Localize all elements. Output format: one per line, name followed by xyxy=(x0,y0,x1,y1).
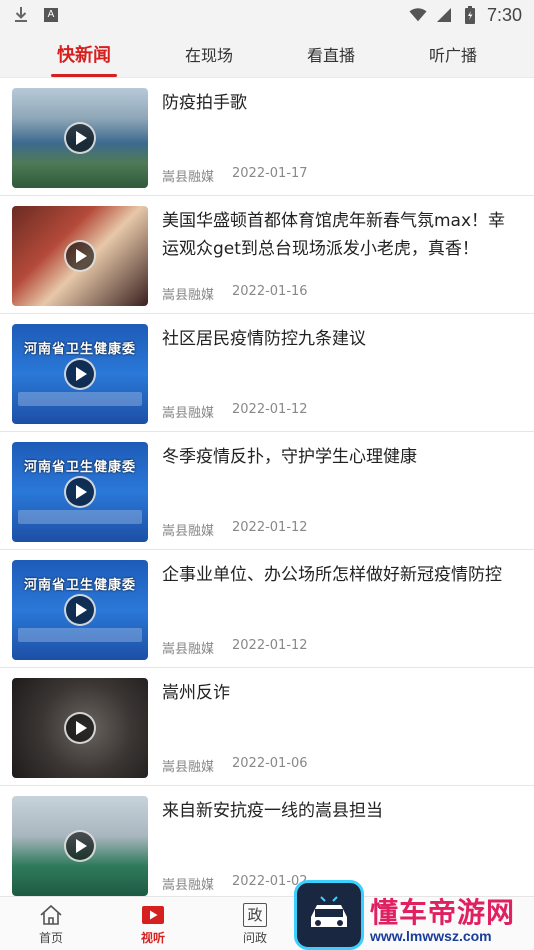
play-icon[interactable] xyxy=(64,122,96,154)
news-item[interactable]: 河南省卫生健康委 冬季疫情反扑，守护学生心理健康 嵩县融媒 2022-01-12 xyxy=(0,432,534,550)
wifi-icon xyxy=(409,6,427,24)
nav-home[interactable]: 首页 xyxy=(0,902,102,946)
nav-label: 视听 xyxy=(140,930,165,945)
tab-zai-xianchang[interactable]: 在现场 xyxy=(179,34,239,74)
play-icon[interactable] xyxy=(64,594,96,626)
watermark-title: 懂车帝游网 xyxy=(370,896,516,929)
play-icon[interactable] xyxy=(64,240,96,272)
home-icon xyxy=(38,902,64,928)
news-content: 美国华盛顿首都体育馆虎年新春气氛max！幸运观众get到总台现场派发小老虎，真香… xyxy=(162,206,522,303)
news-content: 来自新安抗疫一线的嵩县担当 嵩县融媒 2022-01-02 xyxy=(162,796,522,893)
zheng-icon-wrap: 政 xyxy=(242,902,268,928)
news-item[interactable]: 嵩州反诈 嵩县融媒 2022-01-06 xyxy=(0,668,534,786)
news-thumbnail xyxy=(12,796,148,896)
news-date: 2022-01-16 xyxy=(232,284,308,299)
news-content: 防疫拍手歌 嵩县融媒 2022-01-17 xyxy=(162,88,522,185)
news-title: 企事业单位、办公场所怎样做好新冠疫情防控 xyxy=(162,565,502,585)
news-date: 2022-01-12 xyxy=(232,402,308,417)
news-meta: 嵩县融媒 2022-01-12 xyxy=(162,638,522,657)
top-tab-bar: 快新闻 在现场 看直播 听广播 xyxy=(0,30,534,78)
thumbnail-subtitle-bar xyxy=(18,392,142,406)
news-meta: 嵩县融媒 2022-01-06 xyxy=(162,756,522,775)
news-item[interactable]: 防疫拍手歌 嵩县融媒 2022-01-17 xyxy=(0,78,534,196)
nav-label: 问政 xyxy=(242,930,267,945)
news-date: 2022-01-06 xyxy=(232,756,308,771)
thumbnail-subtitle-bar xyxy=(18,510,142,524)
news-thumbnail xyxy=(12,206,148,306)
news-item[interactable]: 河南省卫生健康委 企事业单位、办公场所怎样做好新冠疫情防控 嵩县融媒 2022-… xyxy=(0,550,534,668)
news-source: 嵩县融媒 xyxy=(162,878,215,893)
news-content: 冬季疫情反扑，守护学生心理健康 嵩县融媒 2022-01-12 xyxy=(162,442,522,539)
news-title: 嵩州反诈 xyxy=(162,683,230,703)
news-thumbnail: 河南省卫生健康委 xyxy=(12,324,148,424)
news-content: 社区居民疫情防控九条建议 嵩县融媒 2022-01-12 xyxy=(162,324,522,421)
news-date: 2022-01-12 xyxy=(232,520,308,535)
watermark-logo-icon xyxy=(294,880,364,950)
news-title: 来自新安抗疫一线的嵩县担当 xyxy=(162,801,383,821)
clock: 7:30 xyxy=(486,4,522,25)
thumbnail-subtitle-bar xyxy=(18,628,142,642)
thumbnail-caption: 河南省卫生健康委 xyxy=(23,460,136,475)
news-thumbnail: 河南省卫生健康委 xyxy=(12,560,148,660)
nav-shiting[interactable]: 视听 xyxy=(102,902,204,946)
status-left: A xyxy=(12,6,58,24)
news-title: 美国华盛顿首都体育馆虎年新春气氛max！幸运观众get到总台现场派发小老虎，真香… xyxy=(162,211,506,259)
video-icon xyxy=(140,902,166,928)
news-source: 嵩县融媒 xyxy=(162,524,215,539)
download-icon xyxy=(12,6,30,24)
news-title: 冬季疫情反扑，守护学生心理健康 xyxy=(162,447,417,467)
news-thumbnail: 河南省卫生健康委 xyxy=(12,442,148,542)
play-icon[interactable] xyxy=(64,476,96,508)
thumbnail-caption: 河南省卫生健康委 xyxy=(23,342,136,357)
news-item[interactable]: 美国华盛顿首都体育馆虎年新春气氛max！幸运观众get到总台现场派发小老虎，真香… xyxy=(0,196,534,314)
news-date: 2022-01-12 xyxy=(232,638,308,653)
news-meta: 嵩县融媒 2022-01-17 xyxy=(162,166,522,185)
news-list: 防疫拍手歌 嵩县融媒 2022-01-17 美国华盛顿首都体育馆虎年新春气氛ma… xyxy=(0,78,534,896)
news-source: 嵩县融媒 xyxy=(162,288,215,303)
news-thumbnail xyxy=(12,678,148,778)
news-thumbnail xyxy=(12,88,148,188)
play-icon[interactable] xyxy=(64,830,96,862)
signal-icon xyxy=(435,6,453,24)
news-title: 社区居民疫情防控九条建议 xyxy=(162,329,366,349)
thumbnail-caption: 河南省卫生健康委 xyxy=(23,578,136,593)
tab-kuai-xinwen[interactable]: 快新闻 xyxy=(50,33,117,77)
news-date: 2022-01-17 xyxy=(232,166,308,181)
news-item[interactable]: 河南省卫生健康委 社区居民疫情防控九条建议 嵩县融媒 2022-01-12 xyxy=(0,314,534,432)
news-title: 防疫拍手歌 xyxy=(162,93,247,113)
watermark-text: 懂车帝游网 www.lmwwsz.com xyxy=(370,896,516,944)
watermark: 懂车帝游网 www.lmwwsz.com xyxy=(294,880,534,950)
a-icon: A xyxy=(44,8,58,22)
news-source: 嵩县融媒 xyxy=(162,406,215,421)
play-icon[interactable] xyxy=(64,712,96,744)
news-meta: 嵩县融媒 2022-01-12 xyxy=(162,520,522,539)
nav-label: 首页 xyxy=(38,930,63,945)
zheng-icon: 政 xyxy=(243,902,267,927)
news-content: 嵩州反诈 嵩县融媒 2022-01-06 xyxy=(162,678,522,775)
news-meta: 嵩县融媒 2022-01-12 xyxy=(162,402,522,421)
news-content: 企事业单位、办公场所怎样做好新冠疫情防控 嵩县融媒 2022-01-12 xyxy=(162,560,522,657)
news-meta: 嵩县融媒 2022-01-16 xyxy=(162,284,522,303)
news-source: 嵩县融媒 xyxy=(162,760,215,775)
play-icon[interactable] xyxy=(64,358,96,390)
news-item[interactable]: 来自新安抗疫一线的嵩县担当 嵩县融媒 2022-01-02 xyxy=(0,786,534,896)
watermark-url: www.lmwwsz.com xyxy=(370,928,492,944)
status-bar: A 7:30 xyxy=(0,0,534,30)
tab-ting-guangbo[interactable]: 听广播 xyxy=(423,34,483,74)
nav-wenzheng[interactable]: 政 问政 xyxy=(204,902,306,946)
status-right: 7:30 xyxy=(409,5,522,26)
tab-kan-zhibo[interactable]: 看直播 xyxy=(301,34,361,74)
news-source: 嵩县融媒 xyxy=(162,642,215,657)
news-source: 嵩县融媒 xyxy=(162,170,215,185)
battery-icon xyxy=(461,6,479,24)
